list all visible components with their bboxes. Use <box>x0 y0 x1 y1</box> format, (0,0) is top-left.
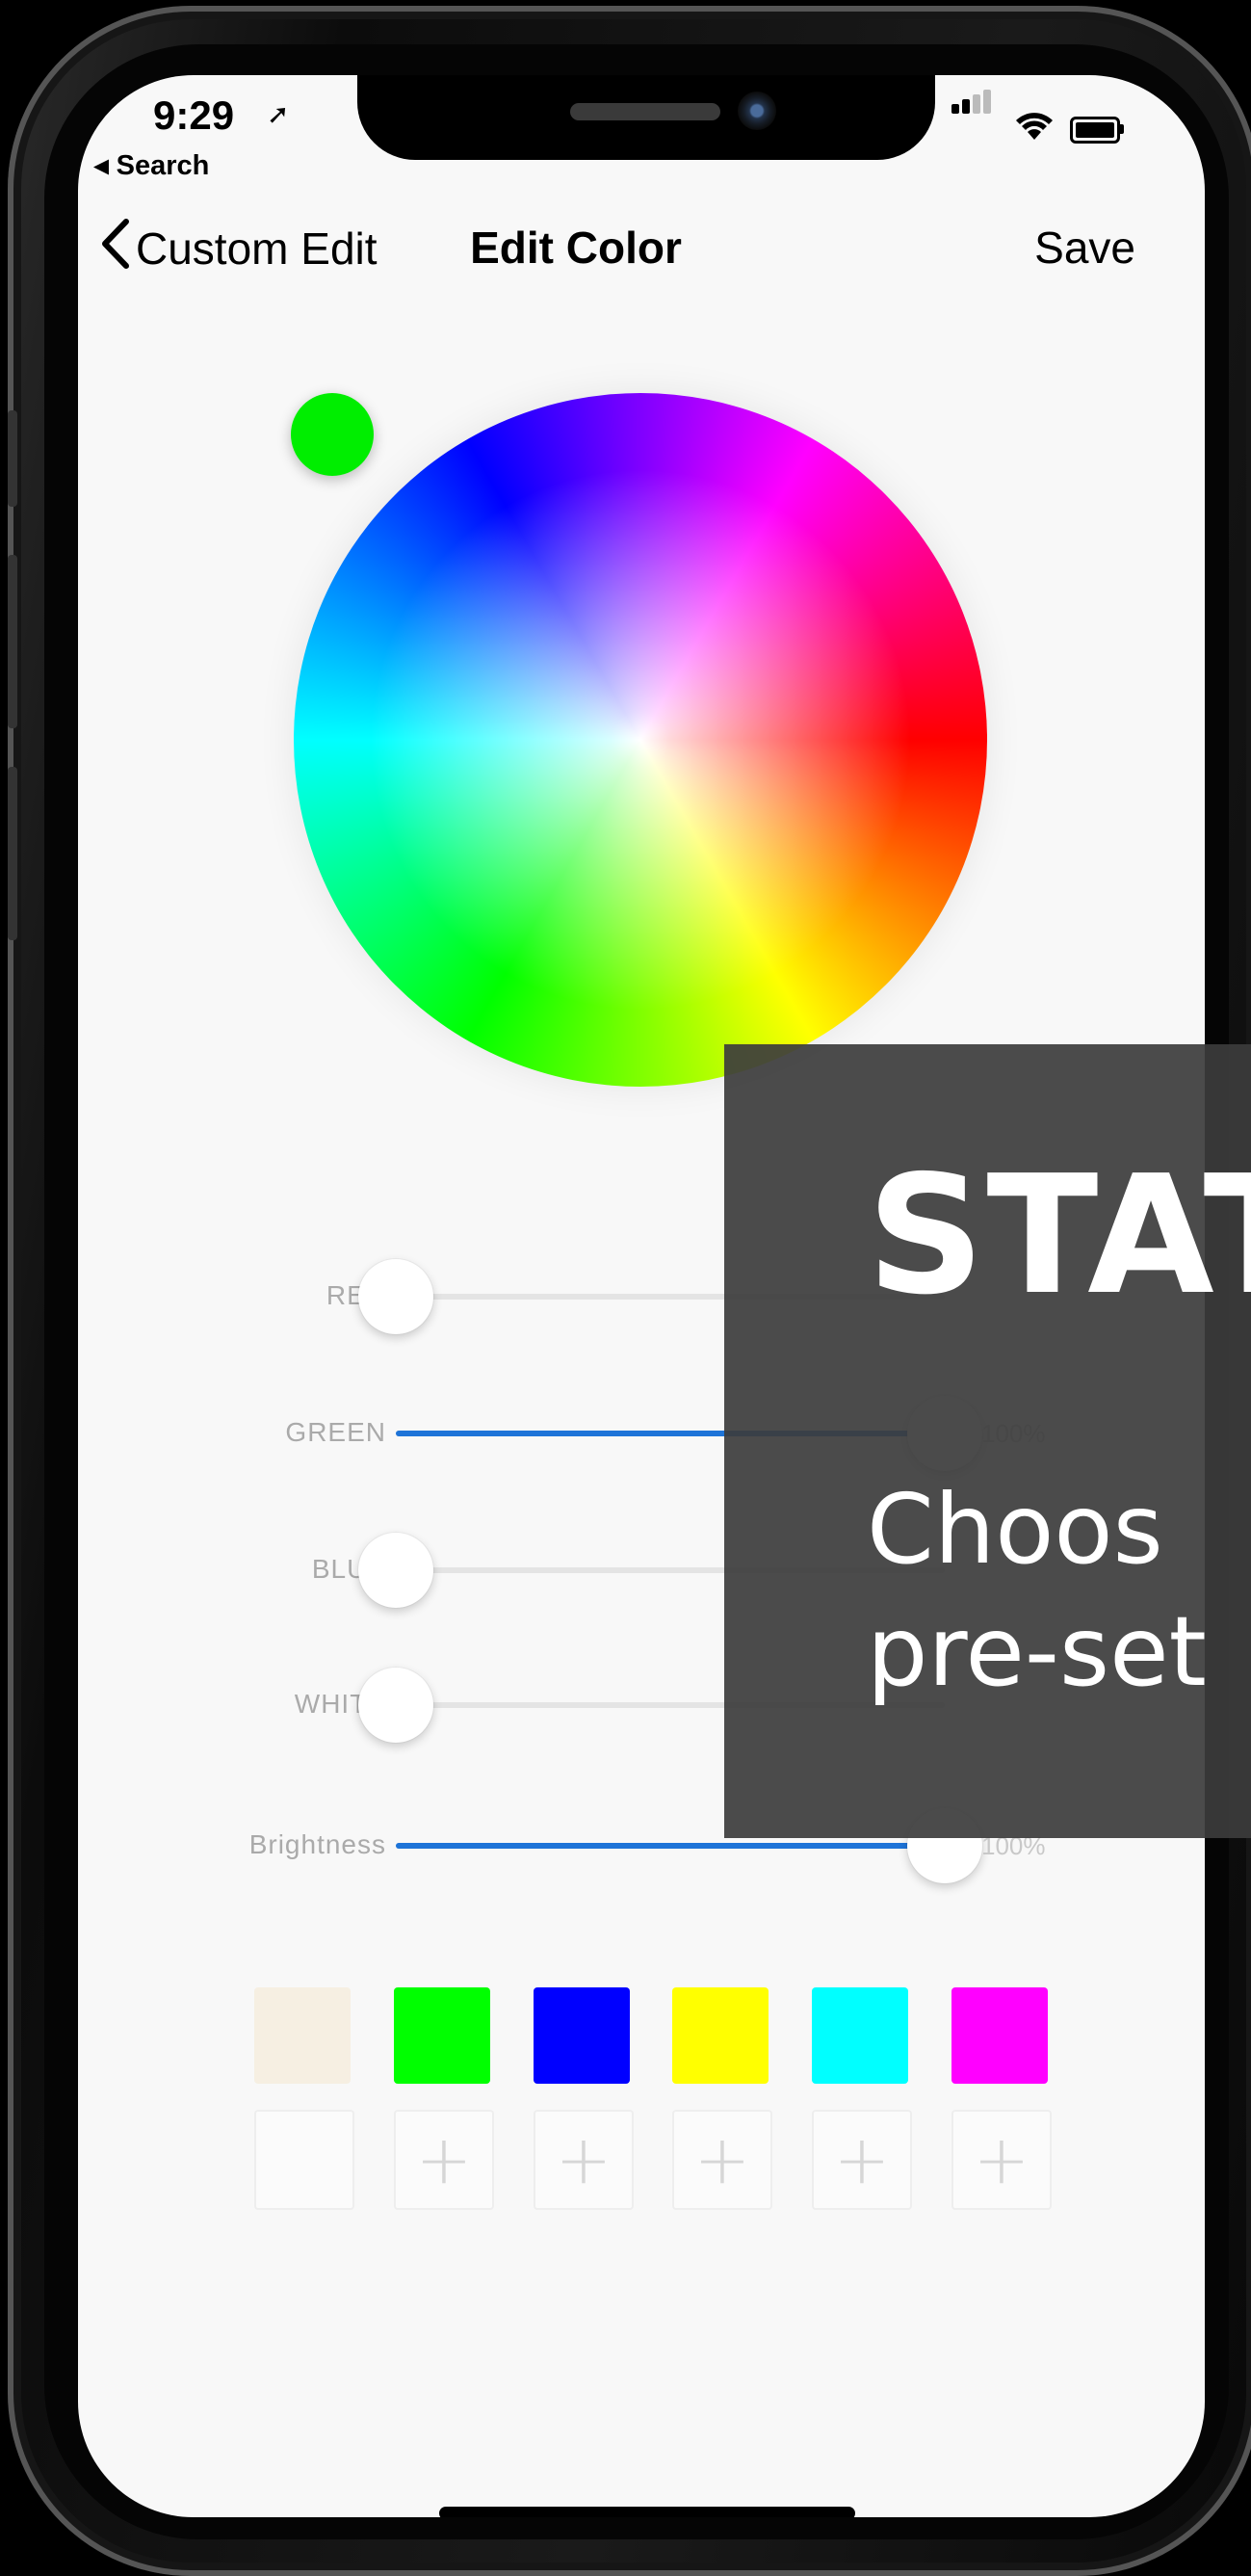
preset-swatch[interactable] <box>534 1987 630 2084</box>
selected-color-indicator[interactable] <box>291 393 374 476</box>
volume-down-button <box>8 767 17 940</box>
preset-swatch[interactable] <box>812 1987 908 2084</box>
slider-label-brightness: Brightness <box>248 1829 386 1859</box>
overlay-title: STAT <box>867 1141 1251 1331</box>
page-title: Edit Color <box>470 223 682 273</box>
volume-up-button <box>8 555 17 728</box>
back-to-search-link[interactable]: ◂ Search <box>94 148 209 182</box>
slider-thumb-blue[interactable] <box>358 1533 433 1608</box>
add-preset-button[interactable]: + <box>951 2110 1052 2210</box>
plus-icon: + <box>833 2120 891 2199</box>
empty-preset-slot[interactable] <box>254 2110 354 2210</box>
plus-icon: + <box>415 2120 473 2199</box>
add-preset-button[interactable]: + <box>812 2110 912 2210</box>
preset-swatch[interactable] <box>394 1987 490 2084</box>
slider-label-green: GREEN <box>285 1417 386 1447</box>
slider-thumb-red[interactable] <box>358 1259 433 1334</box>
slider-thumb-white[interactable] <box>358 1668 433 1743</box>
status-time: 9:29 <box>153 92 235 138</box>
wifi-icon <box>1015 110 1054 150</box>
battery-icon <box>1070 117 1120 144</box>
slider-fill-brightness <box>396 1843 945 1849</box>
add-preset-button[interactable]: + <box>394 2110 494 2210</box>
home-indicator[interactable] <box>439 2507 855 2517</box>
overlay-text-line-1: Choos <box>867 1473 1163 1586</box>
preset-swatch[interactable] <box>672 1987 769 2084</box>
promo-overlay: STAT Choos pre-set <box>724 1044 1251 1838</box>
front-camera <box>738 92 776 130</box>
overlay-text-line-2: pre-set <box>867 1595 1207 1708</box>
plus-icon: + <box>973 2120 1030 2199</box>
add-preset-button[interactable]: + <box>534 2110 634 2210</box>
color-wheel[interactable] <box>294 393 987 1087</box>
preset-swatch[interactable] <box>951 1987 1048 2084</box>
earpiece-speaker <box>570 103 720 120</box>
add-preset-button[interactable]: + <box>672 2110 772 2210</box>
location-arrow-icon: ➚ <box>267 99 290 129</box>
mute-switch <box>8 410 17 507</box>
save-button[interactable]: Save <box>1034 222 1135 274</box>
plus-icon: + <box>693 2120 751 2199</box>
battery-tip <box>1120 124 1124 134</box>
plus-icon: + <box>555 2120 612 2199</box>
preset-swatch[interactable] <box>254 1987 351 2084</box>
